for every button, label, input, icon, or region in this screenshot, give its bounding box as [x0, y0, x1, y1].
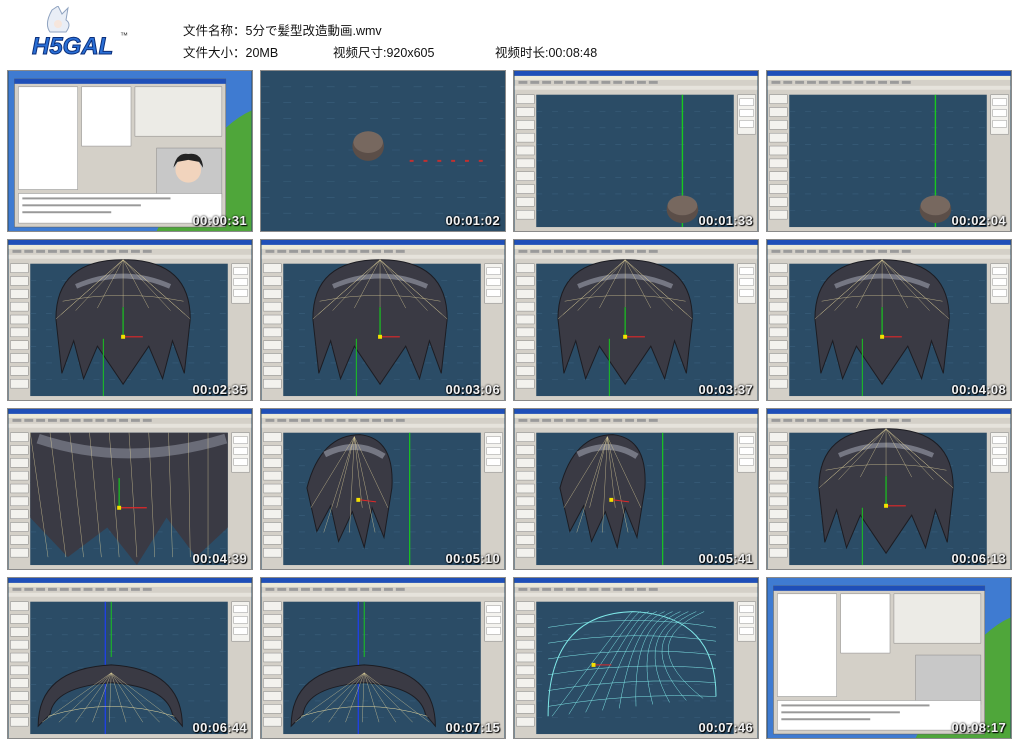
timestamp-label: 00:02:04: [951, 213, 1006, 228]
video-frame-hair-full: [261, 240, 505, 400]
timestamp-label: 00:06:44: [192, 720, 247, 735]
timestamp-label: 00:07:46: [698, 720, 753, 735]
video-duration-label: 视频时长:: [495, 46, 549, 60]
video-frame-desktop: [8, 71, 252, 231]
thumbnail-12: 00:06:13: [766, 408, 1012, 570]
thumbnail-grid: 00:00:31 00:01:02 00:01:33 00:02:04 00:02:35…: [7, 70, 1019, 742]
file-size-label: 文件大小：: [183, 46, 246, 60]
video-frame-hair-full: [8, 240, 252, 400]
svg-text:™: ™: [120, 31, 128, 40]
timestamp-label: 00:07:15: [445, 720, 500, 735]
timestamp-label: 00:03:06: [445, 382, 500, 397]
timestamp-label: 00:06:13: [951, 551, 1006, 566]
header: H5GAL ™ 文件名称：5分で髪型改造動画.wmv 文件大小：20MB 视频尺…: [0, 0, 1024, 68]
thumbnail-8: 00:04:08: [766, 239, 1012, 401]
file-meta-row: 文件大小：20MB 视频尺寸: 920x605 视频时长: 00:08:48: [183, 42, 597, 61]
timestamp-label: 00:02:35: [192, 382, 247, 397]
thumbnail-3: 00:01:33: [513, 70, 759, 232]
thumbnail-1: 00:00:31: [7, 70, 253, 232]
thumbnail-10: 00:05:10: [260, 408, 506, 570]
timestamp-label: 00:01:33: [698, 213, 753, 228]
svg-text:H5GAL: H5GAL: [32, 33, 113, 60]
timestamp-label: 00:08:17: [951, 720, 1006, 735]
thumbnail-15: 00:07:46: [513, 577, 759, 739]
file-name-row: 文件名称：5分で髪型改造動画.wmv: [183, 20, 382, 39]
thumbnail-16: 00:08:17: [766, 577, 1012, 739]
file-name-label: 文件名称：: [183, 24, 246, 38]
video-dims-value: 920x605: [386, 46, 435, 60]
video-frame-wire: [514, 578, 758, 738]
thumbnail-14: 00:07:15: [260, 577, 506, 739]
timestamp-label: 00:04:39: [192, 551, 247, 566]
thumbnail-6: 00:03:06: [260, 239, 506, 401]
timestamp-label: 00:04:08: [951, 382, 1006, 397]
video-frame-hair-full: [767, 240, 1011, 400]
video-frame-hair-arc: [261, 578, 505, 738]
file-size-value: 20MB: [245, 46, 279, 60]
thumbnail-7: 00:03:37: [513, 239, 759, 401]
video-frame-hair-full: [514, 240, 758, 400]
thumbnail-2: 00:01:02: [260, 70, 506, 232]
h5gal-logo: H5GAL ™: [28, 5, 132, 64]
video-frame-hair-side: [514, 409, 758, 569]
timestamp-label: 00:05:41: [698, 551, 753, 566]
timestamp-label: 00:05:10: [445, 551, 500, 566]
file-name-value: 5分で髪型改造動画.wmv: [245, 24, 382, 38]
video-frame-hair-zoom: [8, 409, 252, 569]
timestamp-label: 00:01:02: [445, 213, 500, 228]
video-dims-label: 视频尺寸:: [333, 46, 387, 60]
timestamp-label: 00:03:37: [698, 382, 753, 397]
video-frame-hair-arc: [8, 578, 252, 738]
thumbnail-9: 00:04:39: [7, 408, 253, 570]
thumbnail-5: 00:02:35: [7, 239, 253, 401]
video-frame-empty3d: [261, 71, 505, 231]
video-duration-value: 00:08:48: [548, 46, 598, 60]
thumbnail-13: 00:06:44: [7, 577, 253, 739]
video-frame-desktop-end: [767, 578, 1011, 738]
video-frame-small-app: [514, 71, 758, 231]
timestamp-label: 00:00:31: [192, 213, 247, 228]
video-frame-small-app: [767, 71, 1011, 231]
video-frame-hair-side: [261, 409, 505, 569]
video-frame-hair-full: [767, 409, 1011, 569]
thumbnail-11: 00:05:41: [513, 408, 759, 570]
thumbnail-4: 00:02:04: [766, 70, 1012, 232]
